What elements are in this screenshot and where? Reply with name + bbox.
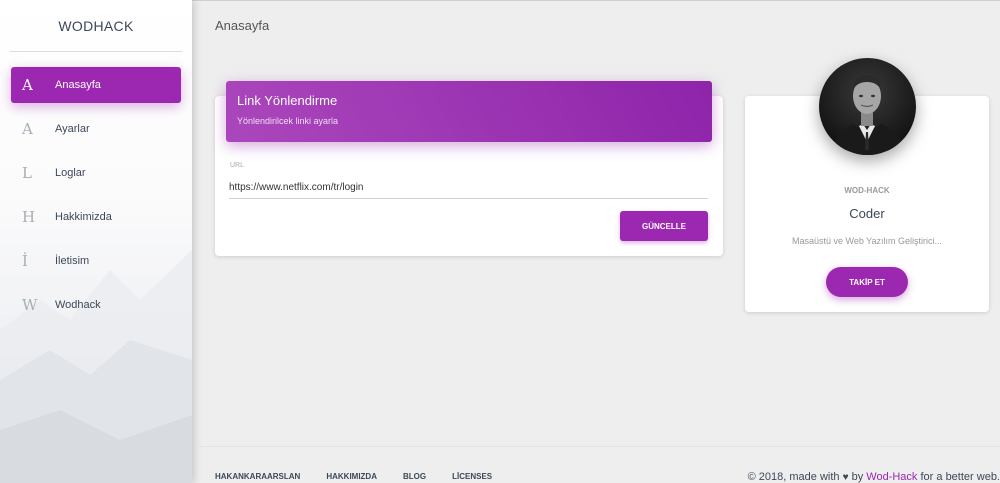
copyright-by: by [851, 471, 864, 483]
sidebar-item-hakkimizda[interactable]: H Hakkimizda [11, 199, 181, 235]
sidebar-item-label: İletisim [55, 255, 90, 267]
link-card-header: Link Yönlendirme Yönlendirilcek linki ay… [226, 81, 712, 142]
sidebar-item-label: Hakkimizda [55, 211, 112, 223]
url-field-label: URL [230, 162, 245, 169]
wodhack-letter-icon: W [22, 296, 38, 314]
footer-link-hakkimizda[interactable]: HAKKIMIZDA [326, 472, 377, 481]
sidebar-item-label: Anasayfa [55, 79, 101, 91]
anasayfa-letter-icon: A [22, 76, 33, 94]
footer-links: HAKANKARAARSLAN HAKKIMIZDA BLOG LİCENSES [215, 472, 518, 481]
profile-category: WOD-HACK [844, 186, 890, 195]
follow-button[interactable]: TAKİP ET [826, 267, 908, 297]
footer-link-blog[interactable]: BLOG [403, 472, 426, 481]
loglar-letter-icon: L [22, 164, 32, 182]
heart-icon: ♥ [842, 472, 849, 483]
link-card-subtitle: Yönlendirilcek linki ayarla [237, 116, 339, 126]
link-card-title: Link Yönlendirme [237, 93, 338, 108]
sidebar-item-ayarlar[interactable]: A Ayarlar [11, 111, 181, 147]
iletisim-letter-icon: İ [22, 252, 28, 270]
sidebar-nav: A Anasayfa A Ayarlar L Loglar H Hakkimiz… [0, 67, 192, 331]
profile-name: Coder [849, 206, 885, 221]
footer-copyright: © 2018, made with ♥ by Wod-Hack for a be… [748, 471, 1000, 483]
footer-brand-link[interactable]: Wod-Hack [866, 471, 917, 483]
sidebar: WODHACK A Anasayfa A Ayarlar L Loglar H … [0, 0, 192, 483]
copyright-prefix: © 2018, made with [747, 471, 840, 483]
ayarlar-letter-icon: A [22, 120, 33, 138]
page-title: Anasayfa [215, 18, 270, 33]
sidebar-item-anasayfa[interactable]: A Anasayfa [11, 67, 181, 103]
footer-link-licenses[interactable]: LİCENSES [452, 472, 492, 481]
footer-divider [195, 446, 1000, 447]
url-input[interactable] [229, 177, 708, 199]
profile-description: Masaüstü ve Web Yazılım Geliştirici... [791, 236, 943, 246]
avatar [819, 58, 916, 155]
sidebar-brand[interactable]: WODHACK [0, 0, 192, 52]
sidebar-item-loglar[interactable]: L Loglar [11, 155, 181, 191]
sidebar-item-label: Ayarlar [55, 123, 90, 135]
avatar-portrait-image [819, 58, 916, 155]
copyright-suffix: for a better web. [920, 471, 1000, 483]
sidebar-item-iletisim[interactable]: İ İletisim [11, 243, 181, 279]
sidebar-item-label: Loglar [55, 167, 86, 179]
hakkimizda-letter-icon: H [22, 208, 36, 226]
update-button[interactable]: GÜNCELLE [620, 211, 708, 241]
brand-divider [10, 51, 182, 52]
sidebar-item-label: Wodhack [55, 299, 101, 311]
footer-link-hakankaraarslan[interactable]: HAKANKARAARSLAN [215, 472, 300, 481]
sidebar-item-wodhack[interactable]: W Wodhack [11, 287, 181, 323]
